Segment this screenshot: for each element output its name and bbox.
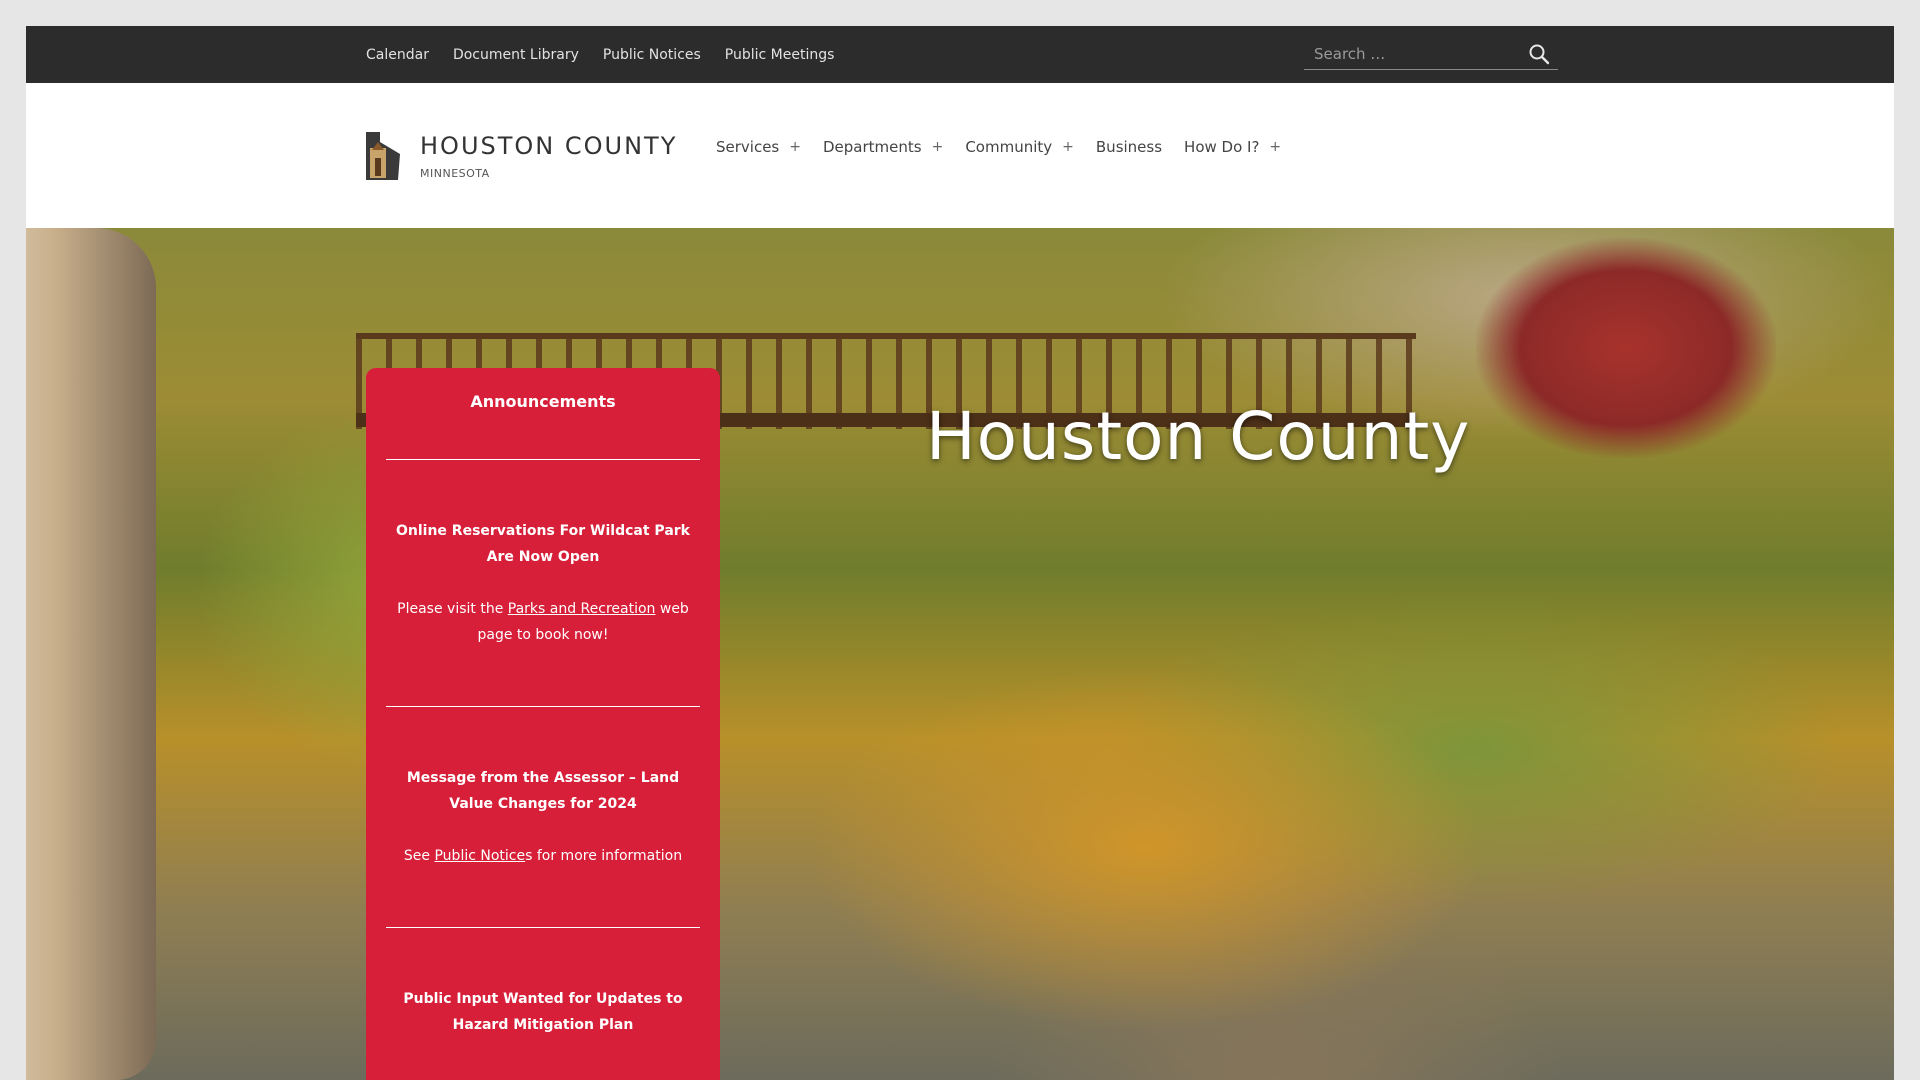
announcement-text: See [403,848,435,864]
divider [386,706,700,707]
utility-bar: Calendar Document Library Public Notices… [26,26,1894,83]
hero-rock-decor [26,228,156,1080]
announcement-title: Online Reservations For Wildcat Park Are… [396,523,690,565]
announcement-text: s for more information [525,848,683,864]
hero-title: Houston County [926,398,1471,475]
nav-business[interactable]: Business [1096,138,1162,156]
plus-icon[interactable]: + [1062,139,1074,155]
search-input[interactable] [1304,44,1516,64]
parks-recreation-link[interactable]: Parks and Recreation [508,601,656,617]
utility-nav: Calendar Document Library Public Notices… [366,26,834,83]
nav-departments[interactable]: Departments + [823,138,943,156]
announcements-panel: Announcements Online Reservations For Wi… [366,368,720,1080]
plus-icon[interactable]: + [1269,139,1281,155]
nav-services[interactable]: Services + [716,138,801,156]
announcement-item: Public Input Wanted for Updates to Hazar… [386,986,700,1038]
announcement-item: Message from the Assessor – Land Value C… [386,765,700,869]
announcements-heading: Announcements [470,392,616,411]
divider [386,459,700,460]
nav-business-label: Business [1095,138,1163,156]
main-nav: Services + Departments + Community + Bus… [716,138,1281,156]
county-logo-icon[interactable] [360,128,402,180]
hero-banner: Houston County [26,228,1894,1080]
public-notices-link[interactable]: Public Notice [434,848,525,864]
announcement-item: Online Reservations For Wildcat Park Are… [386,518,700,648]
topnav-calendar-link[interactable]: Calendar [366,47,429,63]
nav-community-label: Community [965,138,1053,156]
site-subtitle: MINNESOTA [420,167,490,180]
divider [386,927,700,928]
announcement-text: Please visit the [397,601,508,617]
plus-icon[interactable]: + [789,139,801,155]
plus-icon[interactable]: + [932,139,944,155]
hero-tree-decor [1476,238,1776,458]
nav-how-do-i[interactable]: How Do I? + [1184,138,1281,156]
topnav-public-meetings-link[interactable]: Public Meetings [725,47,835,63]
announcement-body: See Public Notices for more information [386,843,700,869]
nav-community[interactable]: Community + [965,138,1074,156]
announcement-body: Please visit the Parks and Recreation we… [386,596,700,648]
site-header: HOUSTON COUNTY MINNESOTA Services + Depa… [26,83,1894,228]
nav-how-do-i-label: How Do I? [1184,138,1260,156]
nav-services-label: Services [716,138,780,156]
topnav-document-library-link[interactable]: Document Library [453,47,579,63]
nav-departments-label: Departments [823,138,922,156]
search-bar [1304,39,1558,70]
announcement-title: Message from the Assessor – Land Value C… [406,770,680,812]
site-title[interactable]: HOUSTON COUNTY [420,132,677,160]
announcement-title: Public Input Wanted for Updates to Hazar… [403,991,683,1033]
topnav-public-notices-link[interactable]: Public Notices [603,47,701,63]
search-icon[interactable] [1528,43,1550,65]
page-frame: Calendar Document Library Public Notices… [26,26,1894,1080]
